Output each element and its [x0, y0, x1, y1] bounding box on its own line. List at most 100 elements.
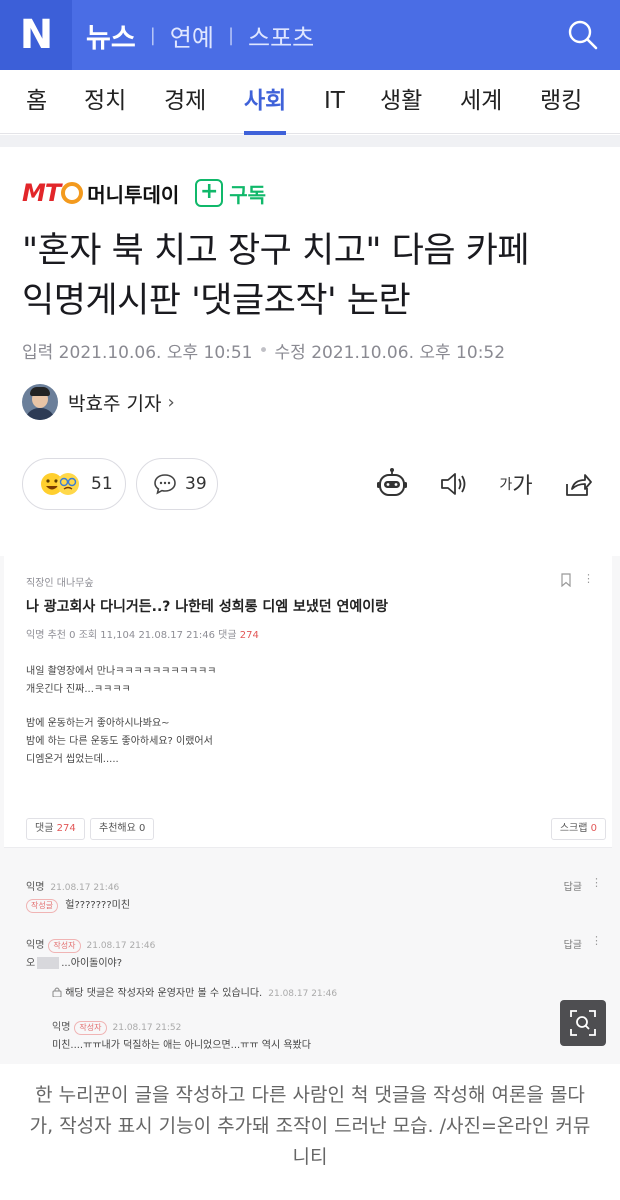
section-divider: | — [149, 24, 156, 46]
comment-nick: 익명 — [52, 1022, 71, 1033]
search-icon[interactable] — [566, 18, 600, 52]
post-comment-button: 댓글 274 — [26, 818, 85, 840]
article-photo[interactable]: 직장인 대나무숲 ⋮ 나 광고회사 다니거든..? 나한테 성희롱 디엠 보냈던… — [0, 556, 620, 1064]
tab-it[interactable]: IT — [324, 70, 345, 134]
comment-nick: 익명 — [26, 882, 45, 893]
comment-header: 익명 작성자 21.08.17 21:46 — [26, 936, 155, 953]
press-logo[interactable]: MT 머니투데이 — [22, 179, 179, 208]
community-post-card: 직장인 대나무숲 ⋮ 나 광고회사 다니거든..? 나한테 성희롱 디엠 보냈던… — [4, 556, 612, 848]
comment-nick: 익명 — [26, 940, 45, 951]
comment-header: 익명 작성자 21.08.17 21:52 — [52, 1018, 181, 1035]
reaction-count: 51 — [91, 474, 113, 494]
post-title: 나 광고회사 다니거든..? 나한테 성희롱 디엠 보냈던 연예이랑 — [26, 599, 388, 615]
comment-text-before: 오 — [26, 958, 36, 969]
tab-ranking[interactable]: 랭킹 — [540, 70, 582, 134]
comment-body: 미친....ㅠㅠ내가 덕질하는 애는 아니었으면...ㅠㅠ 역시 욕봤다 — [52, 1036, 311, 1051]
tab-world[interactable]: 세계 — [460, 70, 502, 134]
reporter-link[interactable]: 박효주 기자 › — [22, 384, 175, 420]
article-title: "혼자 북 치고 장구 치고" 다음 카페 익명게시판 '댓글조작' 논란 — [22, 226, 602, 326]
press-info: MT 머니투데이 + 구독 — [22, 176, 266, 210]
comment-body: 오 ...아이돌이야? — [26, 954, 122, 969]
comment-body: 작성글 헐???????미친 — [26, 896, 130, 913]
zoom-icon — [570, 1010, 596, 1036]
press-logo-mark — [61, 182, 84, 204]
more-icon: ⋮ — [591, 876, 602, 889]
author-badge: 작성자 — [48, 939, 81, 953]
reporter-avatar — [22, 384, 58, 420]
comment-count: 39 — [185, 474, 207, 494]
comment-text-after: ...아이돌이야? — [61, 958, 123, 969]
tab-society[interactable]: 사회 — [244, 70, 287, 135]
article-title-line2: 익명게시판 '댓글조작' 논란 — [22, 281, 411, 321]
plus-icon: + — [195, 179, 224, 207]
naver-logo[interactable]: N — [0, 0, 72, 70]
post-body-line: 밤에 운동하는거 좋아하시나봐요~ — [26, 718, 170, 729]
comment-button[interactable]: 39 — [136, 458, 218, 510]
font-size-large-label: 가 — [512, 474, 533, 499]
comment-time: 21.08.17 21:46 — [268, 989, 338, 999]
category-nav: 홈 정치 경제 사회 IT 생활 세계 랭킹 — [0, 70, 620, 135]
section-entertainment[interactable]: 연예 — [170, 18, 214, 53]
comment-text: 미친....ㅠㅠ내가 덕질하는 애는 아니었으면...ㅠㅠ 역시 욕봤다 — [52, 1040, 311, 1051]
post-body-line: 밤에 하는 다른 운동도 좋아하세요? 이랬어서 — [26, 736, 213, 747]
updated-date: 수정 2021.10.06. 오후 10:52 — [274, 343, 506, 363]
reply-label: 답글 — [563, 882, 582, 893]
section-divider-band — [0, 135, 620, 147]
date-separator: • — [258, 340, 269, 361]
section-news[interactable]: 뉴스 — [86, 16, 136, 55]
section-divider: | — [227, 24, 235, 46]
post-meta-info: 익명 추천 0 조회 11,104 21.08.17 21:46 댓글 — [26, 630, 237, 641]
reaction-button[interactable]: 51 — [22, 458, 126, 510]
board-name: 직장인 대나무숲 — [26, 578, 94, 589]
post-body-line: 디엠온거 씹었는데..... — [26, 754, 119, 765]
post-comment-count: 274 — [56, 823, 76, 834]
notice-text: 해당 댓글은 작성자와 운영자만 볼 수 있습니다. — [65, 988, 263, 999]
comment-time: 21.08.17 21:52 — [112, 1023, 182, 1033]
post-recommend-button: 추천해요 0 — [90, 818, 155, 840]
tab-society-label: 사회 — [244, 88, 287, 114]
article-dates: 입력 2021.10.06. 오후 10:51 • 수정 2021.10.06.… — [22, 338, 506, 364]
speaker-icon[interactable] — [432, 462, 476, 506]
private-comment-notice: 해당 댓글은 작성자와 운영자만 볼 수 있습니다. 21.08.17 21:46 — [52, 984, 337, 1000]
comment-time: 21.08.17 21:46 — [86, 941, 156, 951]
zoom-image-button[interactable] — [560, 1000, 606, 1046]
post-recommend-label: 추천해요 — [99, 823, 136, 834]
blurred-name — [37, 957, 60, 969]
post-body-line: 내일 촬영장에서 만나ㅋㅋㅋㅋㅋㅋㅋㅋㅋㅋㅋ — [26, 666, 217, 677]
photo-caption: 한 누리꾼이 글을 작성하고 다른 사람인 척 댓글을 작성해 여론을 몰다가,… — [29, 1084, 591, 1168]
reply-label: 답글 — [563, 940, 582, 951]
comment-icon — [153, 473, 177, 495]
lock-icon — [52, 986, 62, 1000]
top-header: N 뉴스 | 연예 | 스포츠 — [0, 0, 620, 70]
tab-economy[interactable]: 경제 — [164, 70, 206, 134]
section-sports[interactable]: 스포츠 — [248, 18, 314, 53]
logo-letter: N — [19, 12, 53, 58]
post-scrap-count: 0 — [590, 823, 597, 834]
article-tools: 가가 — [352, 462, 600, 506]
share-icon[interactable] — [556, 462, 600, 506]
comment-text: 헐???????미친 — [65, 900, 131, 911]
published-date: 입력 2021.10.06. 오후 10:51 — [22, 343, 253, 363]
press-logo-text: MT — [22, 179, 61, 207]
post-recommend-count: 0 — [139, 823, 146, 834]
reaction-emoji-icon — [39, 471, 83, 497]
tab-home[interactable]: 홈 — [26, 70, 47, 134]
post-comment-label: 댓글 — [35, 823, 54, 834]
post-meta: 익명 추천 0 조회 11,104 21.08.17 21:46 댓글 274 — [26, 626, 259, 641]
author-badge: 작성글 — [26, 899, 59, 913]
reporter-name: 박효주 기자 — [68, 392, 162, 415]
comment-header: 익명 21.08.17 21:46 — [26, 878, 119, 893]
article-title-line1: "혼자 북 치고 장구 치고" 다음 카페 — [22, 231, 530, 271]
tab-politics[interactable]: 정치 — [84, 70, 126, 134]
summary-bot-icon[interactable] — [370, 462, 414, 506]
press-name: 머니투데이 — [87, 182, 180, 207]
bookmark-icon — [560, 572, 572, 591]
font-size-button[interactable]: 가가 — [494, 462, 538, 506]
font-size-small-label: 가 — [499, 477, 513, 493]
more-icon: ⋮ — [583, 572, 594, 585]
tab-life[interactable]: 생활 — [380, 70, 422, 134]
post-body-line: 개웃긴다 진짜...ㅋㅋㅋㅋ — [26, 684, 131, 695]
subscribe-button[interactable]: + 구독 — [195, 179, 266, 208]
comment-time: 21.08.17 21:46 — [50, 883, 120, 893]
more-icon: ⋮ — [591, 934, 602, 947]
